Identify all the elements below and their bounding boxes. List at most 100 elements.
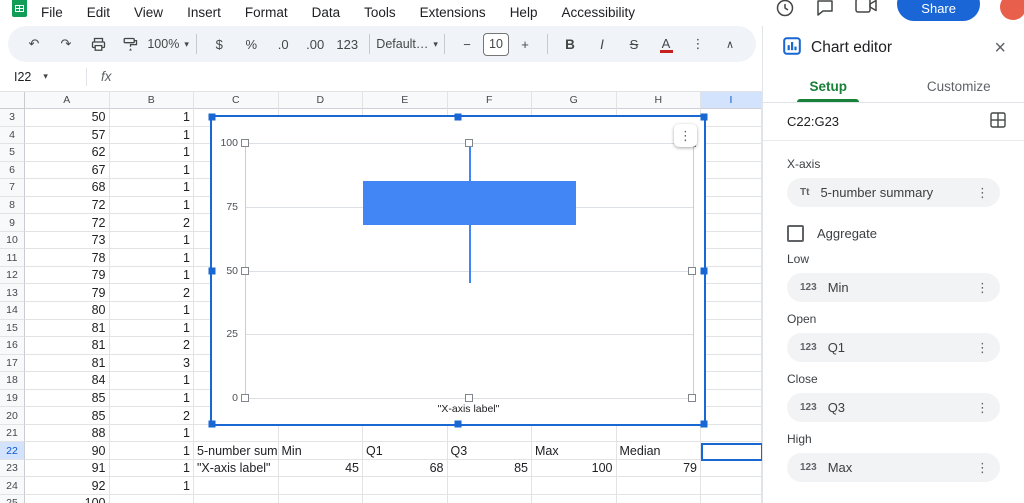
menu-insert[interactable]: Insert <box>187 5 221 20</box>
cell-A14[interactable]: 80 <box>25 302 110 320</box>
decrease-decimals-button[interactable]: .0 <box>267 31 299 57</box>
cell-A6[interactable]: 67 <box>25 161 110 180</box>
chart-resize-handle[interactable] <box>208 420 216 428</box>
cell-I17[interactable] <box>701 354 762 373</box>
cell-G24[interactable] <box>532 477 617 496</box>
cell-C24[interactable] <box>194 477 279 496</box>
cell-A18[interactable]: 84 <box>25 372 110 390</box>
menu-view[interactable]: View <box>134 5 163 20</box>
chart-plot-area[interactable] <box>245 143 694 399</box>
cell-H23[interactable]: 79 <box>616 459 701 478</box>
cell-G23[interactable]: 100 <box>532 459 617 478</box>
chart-resize-handle[interactable] <box>700 420 708 428</box>
plot-area-handle[interactable] <box>688 266 696 275</box>
menu-data[interactable]: Data <box>312 5 341 20</box>
cell-A5[interactable]: 62 <box>25 144 110 162</box>
cell-B11[interactable]: 1 <box>109 249 194 267</box>
cell-C21[interactable] <box>194 424 279 443</box>
chart-resize-handle[interactable] <box>700 267 708 274</box>
cell-B21[interactable]: 1 <box>109 424 194 443</box>
cell-A9[interactable]: 72 <box>25 214 110 232</box>
menu-extensions[interactable]: Extensions <box>420 5 486 20</box>
more-icon[interactable]: ⋮ <box>969 185 996 201</box>
font-size-input[interactable]: 10 <box>483 32 509 56</box>
row-header-4[interactable]: 4 <box>0 126 25 145</box>
cell-A19[interactable]: 85 <box>25 389 110 408</box>
cell-I23[interactable] <box>701 459 762 478</box>
italic-button[interactable]: I <box>586 31 618 57</box>
cell-I10[interactable] <box>701 231 762 250</box>
chart-resize-handle[interactable] <box>208 267 216 274</box>
cell-I14[interactable] <box>701 302 762 320</box>
column-header-I[interactable]: I <box>701 92 762 109</box>
row-header-20[interactable]: 20 <box>0 407 25 425</box>
menu-accessibility[interactable]: Accessibility <box>561 5 635 20</box>
cell-F23[interactable]: 85 <box>447 459 532 478</box>
font-select[interactable]: Default… ▾ <box>376 31 438 57</box>
cell-H25[interactable] <box>616 495 701 503</box>
cell-B6[interactable]: 1 <box>109 161 194 180</box>
cell-I25[interactable] <box>701 495 762 503</box>
chart-resize-handle[interactable] <box>454 113 462 121</box>
close-icon[interactable]: × <box>990 37 1010 60</box>
cell-B16[interactable]: 2 <box>109 337 194 355</box>
cell-I4[interactable] <box>701 126 762 145</box>
more-icon[interactable]: ⋮ <box>969 280 996 296</box>
column-header-H[interactable]: H <box>616 92 701 109</box>
spreadsheet-grid[interactable]: ABCDEFGHI 3 50 1 4 57 1 5 62 1 6 67 1 7 68 1 8 72 1 9 72 2 10… <box>0 92 762 503</box>
cell-A22[interactable]: 90 <box>25 442 110 460</box>
select-all-corner[interactable] <box>0 92 25 109</box>
tab-customize[interactable]: Customize <box>894 70 1024 102</box>
more-icon[interactable]: ⋮ <box>969 340 996 356</box>
cell-A8[interactable]: 72 <box>25 196 110 215</box>
cell-H22[interactable]: Median <box>616 442 701 460</box>
plot-area-handle[interactable] <box>688 394 696 402</box>
row-header-16[interactable]: 16 <box>0 337 25 355</box>
print-button[interactable] <box>82 31 114 57</box>
increase-font-size-button[interactable]: + <box>509 31 541 57</box>
cell-H21[interactable] <box>616 424 701 443</box>
undo-button[interactable]: ↶ <box>18 31 50 57</box>
cell-A12[interactable]: 79 <box>25 266 110 285</box>
candlestick-box[interactable] <box>363 181 576 225</box>
row-header-18[interactable]: 18 <box>0 372 25 390</box>
cell-B25[interactable] <box>109 495 194 503</box>
cell-E22[interactable]: Q1 <box>363 442 448 460</box>
more-icon[interactable]: ⋮ <box>969 460 996 476</box>
tab-setup[interactable]: Setup <box>763 70 894 102</box>
cell-A11[interactable]: 78 <box>25 249 110 267</box>
cell-B4[interactable]: 1 <box>109 126 194 145</box>
cell-I9[interactable] <box>701 214 762 232</box>
cell-B10[interactable]: 1 <box>109 231 194 250</box>
cell-A13[interactable]: 79 <box>25 284 110 303</box>
version-history-icon[interactable] <box>775 0 795 18</box>
cell-A25[interactable]: 100 <box>25 495 110 503</box>
cell-F25[interactable] <box>447 495 532 503</box>
cell-I21[interactable] <box>701 424 762 443</box>
cell-A20[interactable]: 85 <box>25 407 110 425</box>
chart-resize-handle[interactable] <box>454 420 462 428</box>
row-header-10[interactable]: 10 <box>0 231 25 250</box>
cell-I19[interactable] <box>701 389 762 408</box>
cell-A4[interactable]: 57 <box>25 126 110 145</box>
more-formats-button[interactable]: 123 <box>331 31 363 57</box>
cell-I18[interactable] <box>701 372 762 390</box>
row-header-13[interactable]: 13 <box>0 284 25 303</box>
cell-I8[interactable] <box>701 196 762 215</box>
cell-I16[interactable] <box>701 337 762 355</box>
cell-A10[interactable]: 73 <box>25 231 110 250</box>
cell-D25[interactable] <box>278 495 363 503</box>
cell-D23[interactable]: 45 <box>278 459 363 478</box>
open-field[interactable]: 123 Q1 ⋮ <box>787 333 1000 362</box>
cell-C22[interactable]: 5-number summary <box>194 442 279 460</box>
cell-E24[interactable] <box>363 477 448 496</box>
plot-area-handle[interactable] <box>241 266 249 275</box>
decrease-font-size-button[interactable]: − <box>451 31 483 57</box>
row-header-7[interactable]: 7 <box>0 179 25 197</box>
cell-B5[interactable]: 1 <box>109 144 194 162</box>
menu-format[interactable]: Format <box>245 5 288 20</box>
row-header-5[interactable]: 5 <box>0 144 25 162</box>
cell-A15[interactable]: 81 <box>25 319 110 338</box>
cell-G25[interactable] <box>532 495 617 503</box>
aggregate-checkbox[interactable]: Aggregate <box>787 225 1000 242</box>
